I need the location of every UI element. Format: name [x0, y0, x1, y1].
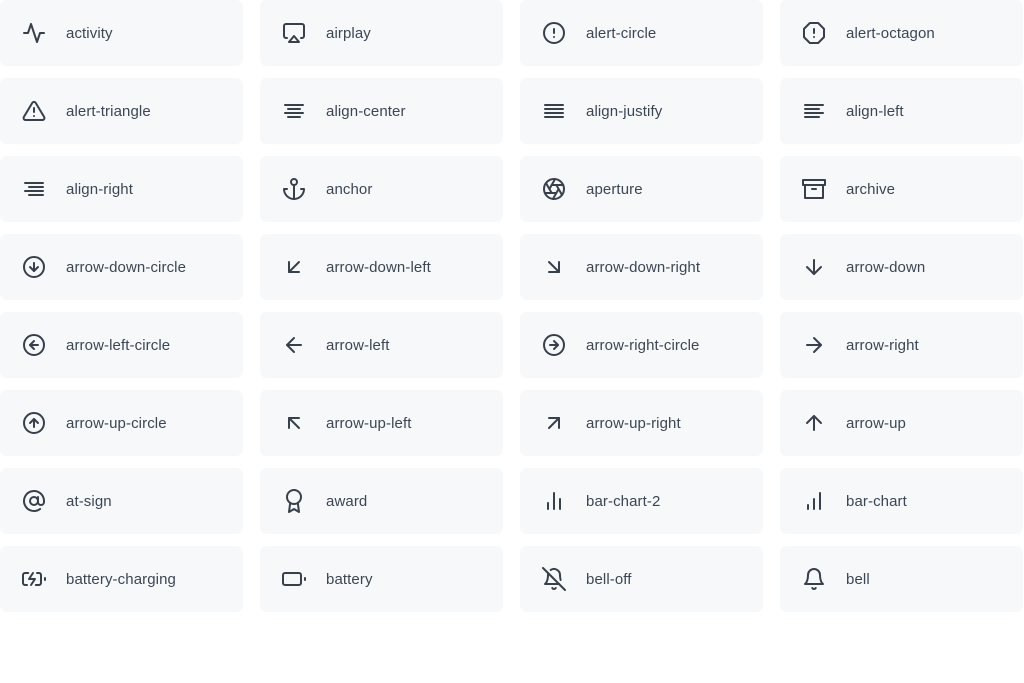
icon-card-arrow-down-left[interactable]: arrow-down-left	[260, 234, 503, 300]
icon-card-aperture[interactable]: aperture	[520, 156, 763, 222]
icon-card-award[interactable]: award	[260, 468, 503, 534]
icon-card-label: align-center	[326, 102, 406, 120]
activity-icon	[22, 21, 46, 45]
icon-card-align-left[interactable]: align-left	[780, 78, 1023, 144]
icon-grid: activity airplay alert-circle alert-octagon…	[0, 0, 1024, 612]
icon-card-battery[interactable]: battery	[260, 546, 503, 612]
icon-card-bell[interactable]: bell	[780, 546, 1023, 612]
icon-card-alert-triangle[interactable]: alert-triangle	[0, 78, 243, 144]
award-icon	[282, 489, 306, 513]
icon-card-arrow-up-circle[interactable]: arrow-up-circle	[0, 390, 243, 456]
icon-card-label: arrow-right	[846, 336, 919, 354]
icon-card-at-sign[interactable]: at-sign	[0, 468, 243, 534]
anchor-icon	[282, 177, 306, 201]
icon-card-label: bell-off	[586, 570, 632, 588]
icon-card-label: battery	[326, 570, 373, 588]
icon-card-anchor[interactable]: anchor	[260, 156, 503, 222]
alert-triangle-icon	[22, 99, 46, 123]
bell-off-icon	[542, 567, 566, 591]
icon-card-alert-octagon[interactable]: alert-octagon	[780, 0, 1023, 66]
icon-card-arrow-down[interactable]: arrow-down	[780, 234, 1023, 300]
at-sign-icon	[22, 489, 46, 513]
icon-card-label: bell	[846, 570, 870, 588]
icon-card-arrow-down-right[interactable]: arrow-down-right	[520, 234, 763, 300]
icon-card-align-right[interactable]: align-right	[0, 156, 243, 222]
icon-card-label: bar-chart-2	[586, 492, 661, 510]
battery-icon	[282, 567, 306, 591]
icon-card-label: arrow-up-right	[586, 414, 681, 432]
alert-circle-icon	[542, 21, 566, 45]
icon-card-label: arrow-up-left	[326, 414, 412, 432]
icon-card-archive[interactable]: archive	[780, 156, 1023, 222]
icon-card-label: anchor	[326, 180, 373, 198]
arrow-down-right-icon	[542, 255, 566, 279]
alert-octagon-icon	[802, 21, 826, 45]
icon-card-alert-circle[interactable]: alert-circle	[520, 0, 763, 66]
align-justify-icon	[542, 99, 566, 123]
icon-card-battery-charging[interactable]: battery-charging	[0, 546, 243, 612]
icon-card-arrow-right-circle[interactable]: arrow-right-circle	[520, 312, 763, 378]
icon-card-bell-off[interactable]: bell-off	[520, 546, 763, 612]
icon-card-label: at-sign	[66, 492, 112, 510]
icon-card-label: arrow-down	[846, 258, 926, 276]
icon-card-label: arrow-down-right	[586, 258, 701, 276]
icon-card-align-justify[interactable]: align-justify	[520, 78, 763, 144]
icon-card-arrow-left[interactable]: arrow-left	[260, 312, 503, 378]
icon-card-label: arrow-down-left	[326, 258, 431, 276]
bell-icon	[802, 567, 826, 591]
archive-icon	[802, 177, 826, 201]
icon-card-label: arrow-right-circle	[586, 336, 700, 354]
arrow-down-icon	[802, 255, 826, 279]
icon-card-arrow-up[interactable]: arrow-up	[780, 390, 1023, 456]
arrow-up-left-icon	[282, 411, 306, 435]
icon-card-label: battery-charging	[66, 570, 176, 588]
icon-card-label: alert-triangle	[66, 102, 151, 120]
icon-card-activity[interactable]: activity	[0, 0, 243, 66]
icon-card-label: align-left	[846, 102, 904, 120]
airplay-icon	[282, 21, 306, 45]
icon-card-label: align-justify	[586, 102, 663, 120]
arrow-left-icon	[282, 333, 306, 357]
align-center-icon	[282, 99, 306, 123]
battery-charging-icon	[22, 567, 46, 591]
arrow-up-icon	[802, 411, 826, 435]
icon-card-label: alert-octagon	[846, 24, 935, 42]
arrow-right-circle-icon	[542, 333, 566, 357]
icon-card-label: arrow-up	[846, 414, 906, 432]
icon-card-label: award	[326, 492, 368, 510]
arrow-down-left-icon	[282, 255, 306, 279]
bar-chart-icon	[802, 489, 826, 513]
icon-card-label: aperture	[586, 180, 643, 198]
icon-card-label: airplay	[326, 24, 371, 42]
icon-card-arrow-up-right[interactable]: arrow-up-right	[520, 390, 763, 456]
align-right-icon	[22, 177, 46, 201]
icon-card-arrow-right[interactable]: arrow-right	[780, 312, 1023, 378]
arrow-right-icon	[802, 333, 826, 357]
icon-card-arrow-down-circle[interactable]: arrow-down-circle	[0, 234, 243, 300]
icon-card-bar-chart-2[interactable]: bar-chart-2	[520, 468, 763, 534]
bar-chart-2-icon	[542, 489, 566, 513]
icon-card-arrow-left-circle[interactable]: arrow-left-circle	[0, 312, 243, 378]
icon-card-label: arrow-left-circle	[66, 336, 171, 354]
icon-card-airplay[interactable]: airplay	[260, 0, 503, 66]
icon-card-label: align-right	[66, 180, 133, 198]
icon-card-label: arrow-up-circle	[66, 414, 167, 432]
arrow-down-circle-icon	[22, 255, 46, 279]
icon-card-bar-chart[interactable]: bar-chart	[780, 468, 1023, 534]
align-left-icon	[802, 99, 826, 123]
arrow-up-right-icon	[542, 411, 566, 435]
arrow-up-circle-icon	[22, 411, 46, 435]
arrow-left-circle-icon	[22, 333, 46, 357]
icon-card-arrow-up-left[interactable]: arrow-up-left	[260, 390, 503, 456]
icon-card-label: activity	[66, 24, 113, 42]
icon-card-label: archive	[846, 180, 896, 198]
icon-card-align-center[interactable]: align-center	[260, 78, 503, 144]
icon-card-label: arrow-left	[326, 336, 390, 354]
icon-card-label: alert-circle	[586, 24, 657, 42]
icon-card-label: bar-chart	[846, 492, 907, 510]
icon-card-label: arrow-down-circle	[66, 258, 187, 276]
aperture-icon	[542, 177, 566, 201]
